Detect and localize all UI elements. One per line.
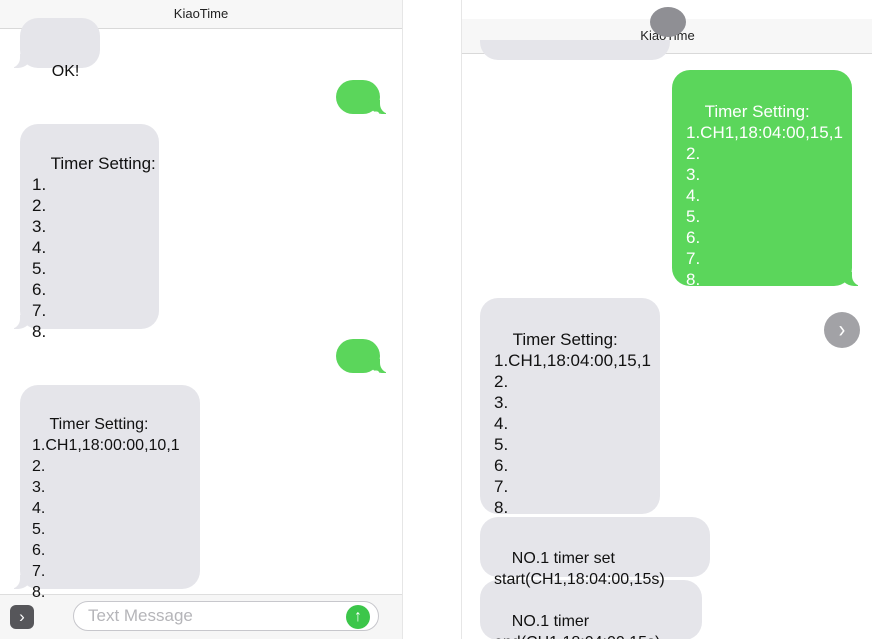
incoming-message-bubble[interactable]: OK! [8,18,100,80]
arrow-up-icon: ↑ [354,608,362,625]
message-text: Timer Setting: 1.CH1,18:04:00,15,1 2. 3.… [494,330,651,517]
incoming-message-bubble[interactable]: Timer Setting: 1.CH1,18:00:00,10,1 2. 3.… [8,385,200,601]
message-text: Timer Setting: 1.CH1,18:04:00,15,1 2. 3.… [686,102,843,289]
send-button[interactable]: ↑ [346,605,370,629]
outgoing-message-bubble[interactable]: Timer Setting: 1.CH1,18:04:00,15,1 2. 3.… [672,70,864,289]
message-text: NO.1 timer end(CH1,18:04:00,15s) [494,613,660,639]
message-text: Timer Setting: 1. 2. 3. 4. 5. 6. 7. 8. [32,154,156,341]
message-text: NO.1 timer set start(CH1,18:04:00,15s) [494,550,665,588]
message-text: OK! [51,63,80,80]
contact-avatar[interactable] [650,7,686,37]
chevron-right-icon: › [838,316,846,344]
forward-button[interactable]: › [824,312,860,348]
message-text: 6 [370,108,381,127]
message-composer: › ↑ [0,594,402,639]
incoming-message-bubble[interactable]: NO.1 timer end(CH1,18:04:00,15s) [480,580,702,639]
apps-button[interactable]: › [10,605,34,629]
contact-name: KiaoTime [173,6,229,21]
right-conversation-screen: KiaoTime Timer Setting: 1.CH1,18:04:00,1… [461,0,872,639]
outgoing-message-bubble[interactable]: 6 [336,339,392,386]
incoming-message-bubble-partial[interactable] [480,40,670,60]
message-text: 6 [370,367,381,386]
outgoing-message-bubble[interactable]: 6 [336,80,392,127]
incoming-message-bubble[interactable]: NO.1 timer set start(CH1,18:04:00,15s) [480,517,710,588]
incoming-message-bubble[interactable]: Timer Setting: 1.CH1,18:04:00,15,1 2. 3.… [480,298,660,517]
message-text: Timer Setting: 1.CH1,18:00:00,10,1 2. 3.… [32,416,180,601]
left-conversation-screen: KiaoTime OK! 6 Timer Setting: 1. 2. 3. 4… [0,0,403,639]
incoming-message-bubble[interactable]: Timer Setting: 1. 2. 3. 4. 5. 6. 7. 8. [8,124,159,341]
message-input[interactable] [73,601,379,631]
chevron-right-icon: › [19,607,25,626]
